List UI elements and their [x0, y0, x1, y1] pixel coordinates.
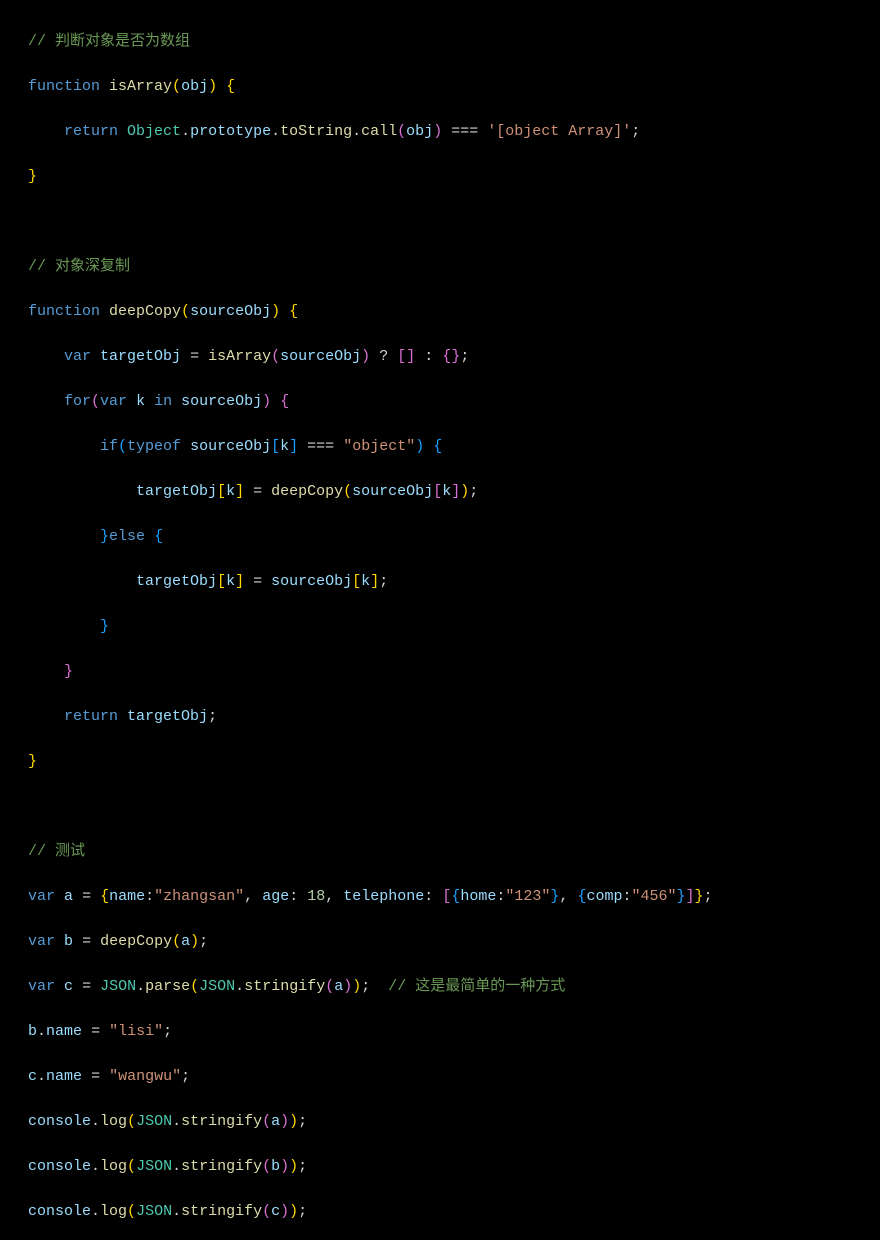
code-line: // 测试: [28, 841, 880, 864]
comment: // 对象深复制: [28, 258, 130, 275]
code-line: console.log(JSON.stringify(b));: [28, 1156, 880, 1179]
code-line: [28, 796, 880, 819]
code-line: var c = JSON.parse(JSON.stringify(a)); /…: [28, 976, 880, 999]
code-line: console.log(JSON.stringify(a));: [28, 1111, 880, 1134]
code-line: return Object.prototype.toString.call(ob…: [28, 121, 880, 144]
code-line: }: [28, 751, 880, 774]
code-line: function deepCopy(sourceObj) {: [28, 301, 880, 324]
code-line: // 对象深复制: [28, 256, 880, 279]
code-line: console.log(JSON.stringify(c));: [28, 1201, 880, 1224]
code-line: var b = deepCopy(a);: [28, 931, 880, 954]
code-line: if(typeof sourceObj[k] === "object") {: [28, 436, 880, 459]
code-line: targetObj[k] = deepCopy(sourceObj[k]);: [28, 481, 880, 504]
code-line: [28, 211, 880, 234]
code-editor[interactable]: // 判断对象是否为数组 function isArray(obj) { ret…: [0, 8, 880, 1240]
comment: // 判断对象是否为数组: [28, 33, 190, 50]
code-line: }: [28, 661, 880, 684]
code-line: c.name = "wangwu";: [28, 1066, 880, 1089]
code-line: for(var k in sourceObj) {: [28, 391, 880, 414]
comment: // 测试: [28, 843, 85, 860]
code-line: return targetObj;: [28, 706, 880, 729]
code-line: // 判断对象是否为数组: [28, 31, 880, 54]
code-line: var targetObj = isArray(sourceObj) ? [] …: [28, 346, 880, 369]
code-line: var a = {name:"zhangsan", age: 18, telep…: [28, 886, 880, 909]
code-line: }: [28, 166, 880, 189]
code-line: targetObj[k] = sourceObj[k];: [28, 571, 880, 594]
code-line: b.name = "lisi";: [28, 1021, 880, 1044]
code-line: }: [28, 616, 880, 639]
code-line: function isArray(obj) {: [28, 76, 880, 99]
code-line: }else {: [28, 526, 880, 549]
